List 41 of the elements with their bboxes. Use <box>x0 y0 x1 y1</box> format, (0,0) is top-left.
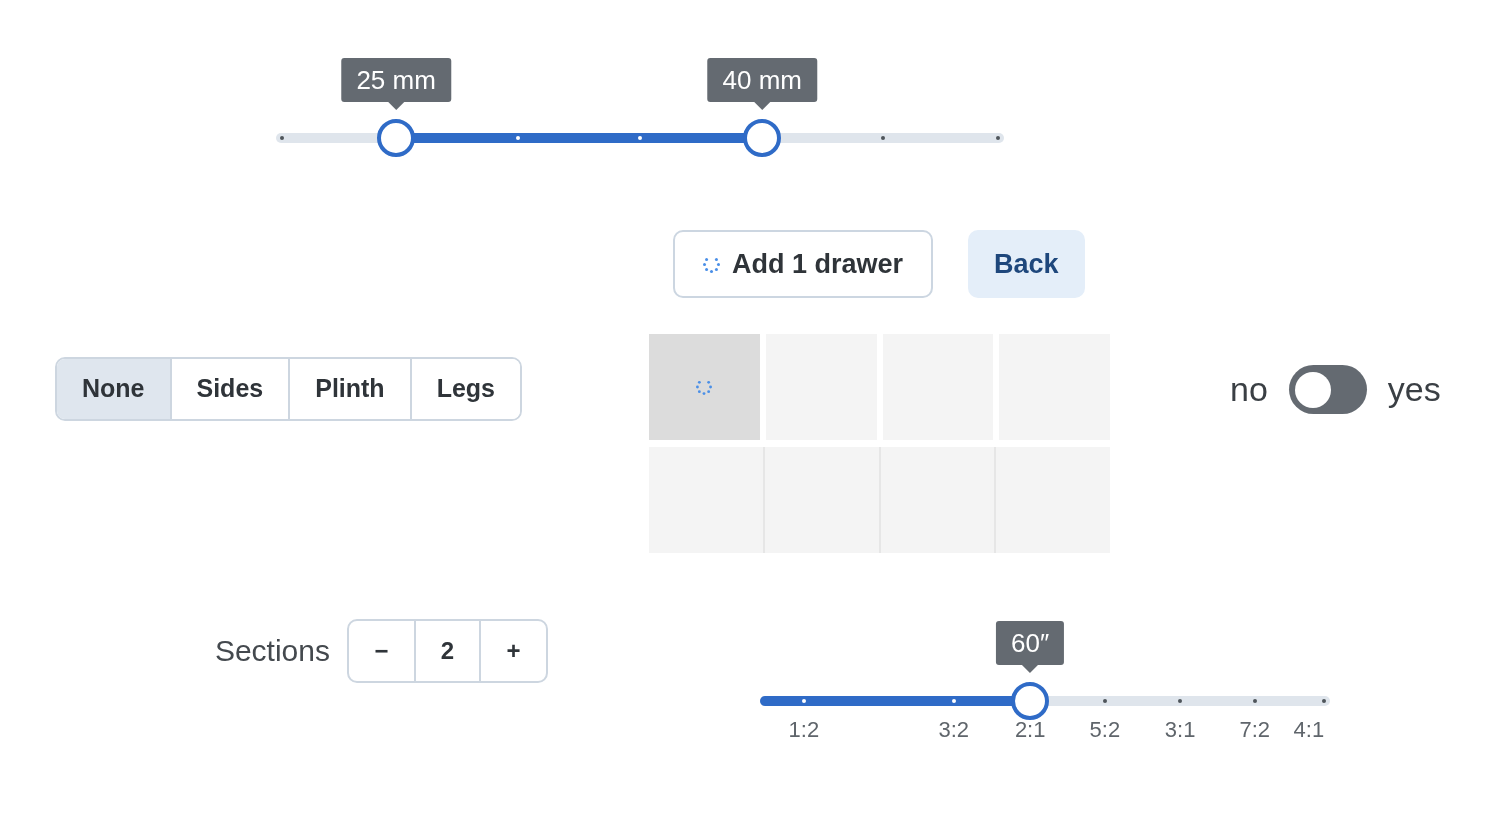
drawer-slot[interactable] <box>994 447 1110 553</box>
add-drawer-button[interactable]: Add 1 drawer <box>673 230 934 298</box>
tick-label: 3:1 <box>1164 717 1196 743</box>
tick-mark-icon <box>1252 699 1257 703</box>
tick-label: 3:2 <box>938 717 970 743</box>
tick-mark-icon <box>638 136 642 140</box>
tick-label: 4:1 <box>1293 717 1325 743</box>
drawer-slot[interactable] <box>878 447 995 553</box>
toggle-switch[interactable] <box>1288 365 1367 414</box>
tick-mark-icon <box>801 699 806 703</box>
segment-option[interactable]: Legs <box>409 359 520 419</box>
decrement-button[interactable]: − <box>349 621 414 681</box>
increment-button[interactable]: + <box>481 621 546 681</box>
drawer-slot[interactable] <box>649 334 760 440</box>
tick-label: 7:2 <box>1239 717 1271 743</box>
drawer-slot[interactable] <box>762 447 879 553</box>
tick-mark-icon <box>515 136 520 140</box>
tick-mark-icon <box>1321 699 1326 703</box>
tick-mark-icon <box>1102 699 1107 703</box>
value-tooltip: 60″ <box>996 621 1065 673</box>
tick-mark-icon <box>996 136 1001 140</box>
value-tooltip: 25 mm <box>341 58 451 110</box>
tick-label: 5:2 <box>1089 717 1121 743</box>
value-tooltip: 40 mm <box>707 58 818 110</box>
toggle-on-label: yes <box>1387 369 1441 410</box>
tick-mark-icon <box>1178 699 1183 703</box>
slider-thumb[interactable] <box>743 119 782 157</box>
segment-option[interactable]: None <box>57 359 170 419</box>
back-button[interactable]: Back <box>968 230 1085 298</box>
toggle-off-label: no <box>1230 369 1268 410</box>
drawer-slot[interactable] <box>649 447 763 553</box>
slider-thumb[interactable] <box>377 119 416 157</box>
value-field[interactable]: 2 <box>414 621 481 681</box>
slider-thumb[interactable] <box>1011 682 1050 720</box>
tick-mark-icon <box>279 136 284 140</box>
tick-mark-icon <box>951 699 956 703</box>
loading-spinner-icon <box>696 379 713 395</box>
tick-label: 1:2 <box>788 717 820 743</box>
tick-mark-icon <box>881 136 886 140</box>
tick-label: 2:1 <box>1014 717 1046 743</box>
sections-label: Sections <box>214 633 330 669</box>
